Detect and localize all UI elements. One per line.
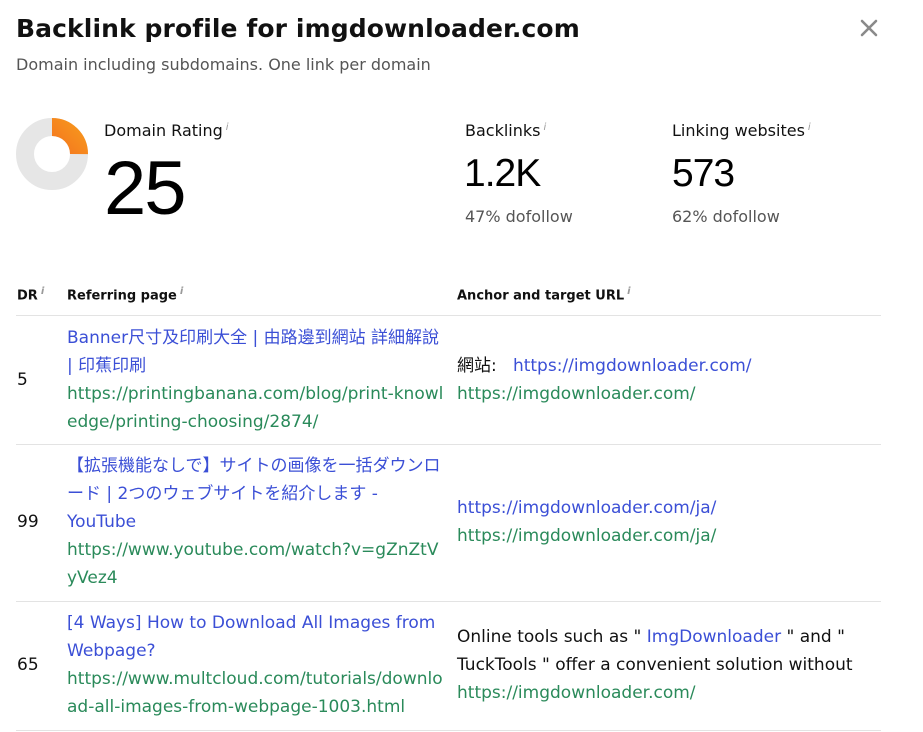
info-icon[interactable]: i <box>543 122 546 133</box>
referring-page-url-link[interactable]: https://www.youtube.com/watch?v=gZnZtVyV… <box>67 536 445 592</box>
referring-page-title-link[interactable]: [4 Ways] How to Download All Images from… <box>67 609 445 665</box>
anchor-cell: 網站: https://imgdownloader.com/ https://i… <box>457 352 877 408</box>
divider <box>16 315 881 316</box>
anchor-text: Online tools such as " <box>457 627 642 647</box>
target-url-link[interactable]: https://imgdownloader.com/ <box>457 679 877 707</box>
info-icon[interactable]: i <box>180 286 183 297</box>
referring-page-cell: [4 Ways] How to Download All Images from… <box>67 609 445 721</box>
backlinks-dofollow: 47% dofollow <box>465 207 573 226</box>
referring-page-cell: 【拡張機能なしで】サイトの画像を一括ダウンロード | 2つのウェブサイトを紹介し… <box>67 452 445 592</box>
anchor-link[interactable]: https://imgdownloader.com/ <box>513 356 752 376</box>
close-icon[interactable] <box>858 17 880 39</box>
anchor-link[interactable]: https://imgdownloader.com/ja/ <box>457 498 716 518</box>
target-url-link[interactable]: https://imgdownloader.com/ja/ <box>457 522 877 550</box>
anchor-cell: Online tools such as " ImgDownloader " a… <box>457 623 877 707</box>
table-row: 65 [4 Ways] How to Download All Images f… <box>0 609 881 730</box>
info-icon[interactable]: i <box>808 122 811 133</box>
column-header-referring-page[interactable]: Referring page i <box>67 286 183 303</box>
info-icon[interactable]: i <box>226 122 229 133</box>
referring-page-url-link[interactable]: https://www.multcloud.com/tutorials/down… <box>67 665 445 721</box>
divider <box>16 601 881 602</box>
table-row: 99 【拡張機能なしで】サイトの画像を一括ダウンロード | 2つのウェブサイトを… <box>0 450 881 600</box>
domain-rating-value: 25 <box>104 146 187 231</box>
linking-websites-dofollow: 62% dofollow <box>672 207 780 226</box>
linking-websites-value: 573 <box>672 152 735 195</box>
info-icon[interactable]: i <box>41 286 44 297</box>
target-url-link[interactable]: https://imgdownloader.com/ <box>457 380 877 408</box>
page-title: Backlink profile for imgdownloader.com <box>16 14 580 43</box>
referring-page-cell: Banner尺寸及印刷大全 | 由路邊到網站 詳細解說 | 印蕉印刷 https… <box>67 324 445 436</box>
referring-page-title-link[interactable]: Banner尺寸及印刷大全 | 由路邊到網站 詳細解說 | 印蕉印刷 <box>67 324 445 380</box>
divider <box>16 730 881 731</box>
backlinks-label: Backlinks i <box>465 121 547 140</box>
referring-page-url-link[interactable]: https://printingbanana.com/blog/print-kn… <box>67 380 445 436</box>
column-header-dr[interactable]: DR i <box>17 286 44 303</box>
divider <box>16 444 881 445</box>
dr-value: 99 <box>17 512 39 532</box>
domain-rating-label: Domain Rating i <box>104 121 229 140</box>
dr-value: 65 <box>17 655 39 675</box>
backlinks-value: 1.2K <box>464 152 541 195</box>
column-header-anchor[interactable]: Anchor and target URL i <box>457 286 631 303</box>
anchor-cell: https://imgdownloader.com/ja/ https://im… <box>457 494 877 550</box>
info-icon[interactable]: i <box>627 286 630 297</box>
dr-value: 5 <box>17 370 28 390</box>
page-subtitle: Domain including subdomains. One link pe… <box>16 55 431 74</box>
referring-page-title-link[interactable]: 【拡張機能なしで】サイトの画像を一括ダウンロード | 2つのウェブサイトを紹介し… <box>67 452 445 536</box>
anchor-link[interactable]: ImgDownloader <box>647 627 781 647</box>
linking-websites-label: Linking websites i <box>672 121 811 140</box>
anchor-text: 網站: <box>457 356 497 376</box>
table-row: 5 Banner尺寸及印刷大全 | 由路邊到網站 詳細解說 | 印蕉印刷 htt… <box>0 322 881 444</box>
domain-rating-donut <box>16 118 88 190</box>
